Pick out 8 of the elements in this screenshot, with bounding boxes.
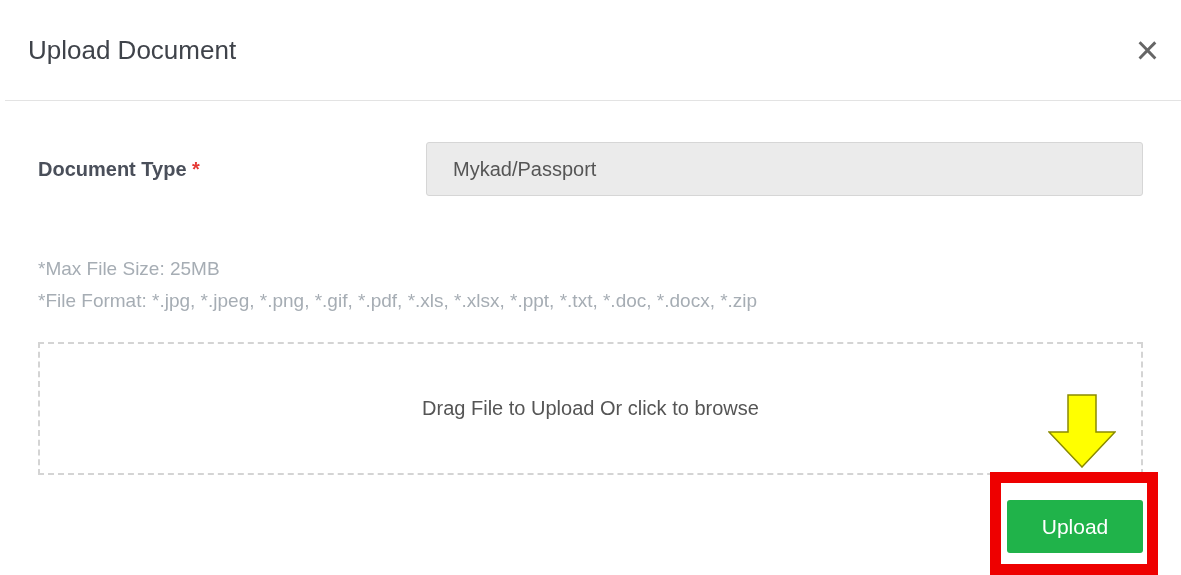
required-asterisk: * [192,157,200,180]
down-arrow-icon [1048,394,1116,468]
file-note: *Max File Size: 25MB [38,258,221,280]
document-type-field[interactable]: Mykad/Passport [426,142,1143,196]
document-type-label: Document Type * [38,157,201,181]
close-button[interactable]: × [1135,30,1159,70]
file-note: *File Format: *.jpg, *.jpeg, *.png, *.gif, *.pdf, *.xls, *.xlsx, *.ppt, *.txt, *.doc, *.docx, *.zip [38,290,759,312]
dialog-title: Upload Document [28,34,237,66]
